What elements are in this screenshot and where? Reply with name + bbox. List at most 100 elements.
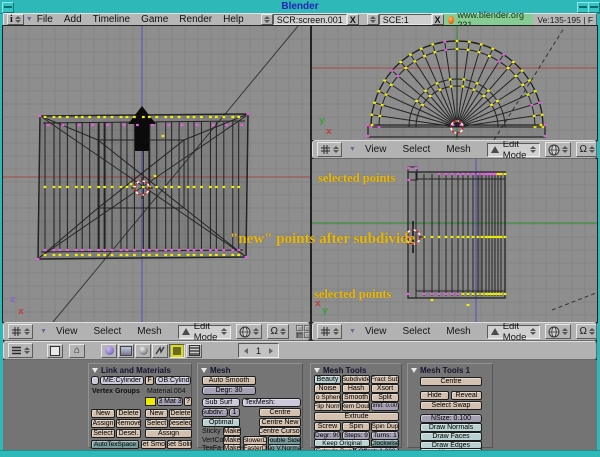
menu-game[interactable]: Game xyxy=(141,14,168,25)
window-close-button[interactable] xyxy=(588,2,600,13)
vgroup-assign-button[interactable]: Assign xyxy=(91,419,115,428)
chevron-down-icon[interactable]: ▼ xyxy=(349,146,356,153)
menu-view[interactable]: View xyxy=(365,326,387,337)
frame-next-icon[interactable] xyxy=(269,348,273,354)
screen-browse-button[interactable] xyxy=(261,14,273,25)
centre-new-button[interactable]: Centre New xyxy=(259,418,301,427)
script-context-button[interactable] xyxy=(118,344,134,358)
editor-type-button[interactable] xyxy=(8,324,33,339)
layer-toggle[interactable] xyxy=(296,325,303,331)
menu-select[interactable]: Select xyxy=(93,326,121,337)
chevron-down-icon[interactable]: ▼ xyxy=(40,328,47,335)
clockwise-toggle[interactable]: Clockwise xyxy=(371,439,399,447)
viewport-3d-top-right[interactable]: yx xyxy=(312,26,597,140)
home-button[interactable]: ⌂ xyxy=(69,344,85,358)
menu-mesh[interactable]: Mesh xyxy=(446,144,470,155)
menu-timeline[interactable]: Timeline xyxy=(93,14,130,25)
autotexspace-toggle[interactable]: AutoTexSpace xyxy=(91,440,139,449)
material-deselect-button[interactable]: Deselect xyxy=(169,419,192,428)
shading-context-button[interactable] xyxy=(135,344,151,358)
chevron-down-icon[interactable]: ▼ xyxy=(26,16,33,23)
pivot-button[interactable]: Ω xyxy=(576,142,597,157)
screw-button[interactable]: Screw xyxy=(314,422,341,431)
spin-dup-button[interactable]: Spin Dup xyxy=(371,422,399,431)
draw-type-button[interactable] xyxy=(545,324,571,339)
material-delete-button[interactable]: Delete xyxy=(169,409,192,418)
select-swap-button[interactable]: Select Swap xyxy=(420,401,482,410)
menu-file[interactable]: File xyxy=(37,14,53,25)
auto-smooth-toggle[interactable]: Auto Smooth xyxy=(202,376,256,385)
object-context-button[interactable] xyxy=(152,344,168,358)
menu-render[interactable]: Render xyxy=(179,14,212,25)
object-name-field[interactable]: OB:Cylinder xyxy=(155,376,191,385)
material-help-button[interactable]: ? xyxy=(184,397,192,406)
vgroup-remove-button[interactable]: Remove xyxy=(116,419,141,428)
screen-delete-button[interactable]: X xyxy=(347,14,359,25)
keep-original-toggle[interactable]: Keep Original xyxy=(314,439,370,447)
panel-header[interactable]: Mesh Tools 1 xyxy=(408,364,492,376)
draw-type-button[interactable] xyxy=(236,324,262,339)
to-sphere-button[interactable]: To Sphere xyxy=(314,393,341,402)
screen-name-field[interactable]: SCR:screen.001 xyxy=(273,14,347,25)
extrude-button[interactable]: Extrude xyxy=(314,412,399,421)
set-solid-button[interactable]: Set Solid xyxy=(167,440,192,449)
xsort-button[interactable]: Xsort xyxy=(371,384,399,393)
mode-dropdown[interactable]: Edit Mode xyxy=(487,143,541,157)
fake-user-button[interactable]: F xyxy=(145,376,154,385)
vgroup-deselect-button[interactable]: Desel. xyxy=(116,429,141,438)
reveal-button[interactable]: Reveal xyxy=(451,391,482,400)
chevron-down-icon[interactable]: ▼ xyxy=(349,328,356,335)
subsurf-toggle[interactable]: Sub Surf xyxy=(202,398,240,407)
menu-help[interactable]: Help xyxy=(223,14,244,25)
draw-type-button[interactable] xyxy=(545,142,571,157)
subdiv-render-field[interactable]: 1 xyxy=(229,408,240,417)
menu-add[interactable]: Add xyxy=(64,14,82,25)
editor-type-button[interactable] xyxy=(317,142,342,157)
vgroup-new-button[interactable]: New xyxy=(91,409,115,418)
texmesh-field[interactable]: TexMesh: xyxy=(242,398,301,407)
scene-browse-button[interactable] xyxy=(367,14,379,25)
window-type-button[interactable]: i xyxy=(7,14,24,25)
layer-toggle[interactable] xyxy=(304,332,310,338)
hide-button[interactable]: Hide xyxy=(420,391,449,400)
panel-header[interactable]: Mesh xyxy=(198,364,302,376)
sticky-make-button[interactable]: Make xyxy=(223,427,241,436)
menu-select[interactable]: Select xyxy=(402,326,430,337)
material-color-swatch[interactable] xyxy=(145,397,156,406)
hash-button[interactable]: Hash xyxy=(342,384,370,393)
scene-delete-button[interactable]: X xyxy=(432,14,444,25)
subdivide-button[interactable]: Subdivide xyxy=(342,375,370,384)
pivot-button[interactable]: Ω xyxy=(267,324,288,339)
centre-button[interactable]: Centre xyxy=(420,377,482,386)
mode-dropdown[interactable]: Edit Mode xyxy=(487,325,541,339)
editor-type-button[interactable] xyxy=(317,324,342,339)
pivot-button[interactable]: Ω xyxy=(576,324,597,339)
optimal-toggle[interactable]: Optimal xyxy=(202,418,240,427)
noise-button[interactable]: Noise xyxy=(314,384,341,393)
scene-context-button[interactable] xyxy=(186,344,202,358)
viewport-3d-front-left[interactable]: zx xyxy=(3,26,310,322)
editing-context-button[interactable] xyxy=(169,344,185,358)
mesh-browse-button[interactable] xyxy=(91,376,99,385)
panel-header[interactable]: Link and Materials xyxy=(89,364,191,376)
layer-toggle[interactable] xyxy=(304,325,310,331)
rem-doubles-button[interactable]: Rem Doub xyxy=(342,402,370,411)
set-smooth-button[interactable]: Set Smoo xyxy=(141,440,166,449)
frame-counter[interactable]: 1 xyxy=(238,343,279,358)
layer-toggle[interactable] xyxy=(296,332,303,338)
menu-view[interactable]: View xyxy=(56,326,78,337)
split-button[interactable]: Split xyxy=(371,393,399,402)
limit-field[interactable]: Limit: 0.001 xyxy=(371,402,399,411)
editor-type-button[interactable] xyxy=(8,343,33,358)
centre-cursor-button[interactable]: Centre Cursor xyxy=(259,427,301,436)
material-select-button[interactable]: Select xyxy=(145,419,168,428)
scene-name-field[interactable]: SCE:1 xyxy=(379,14,432,25)
smooth-button[interactable]: Smooth xyxy=(342,393,370,402)
mode-dropdown[interactable]: Edit Mode xyxy=(178,325,232,339)
beauty-toggle[interactable]: Beauty xyxy=(314,375,341,384)
degr-field[interactable]: Degr: 30 xyxy=(202,386,256,395)
draw-normals-toggle[interactable]: Draw Normals xyxy=(420,423,482,432)
menu-view[interactable]: View xyxy=(365,144,387,155)
frame-prev-icon[interactable] xyxy=(244,348,248,354)
nsize-field[interactable]: NSize: 0.100 xyxy=(420,414,482,423)
